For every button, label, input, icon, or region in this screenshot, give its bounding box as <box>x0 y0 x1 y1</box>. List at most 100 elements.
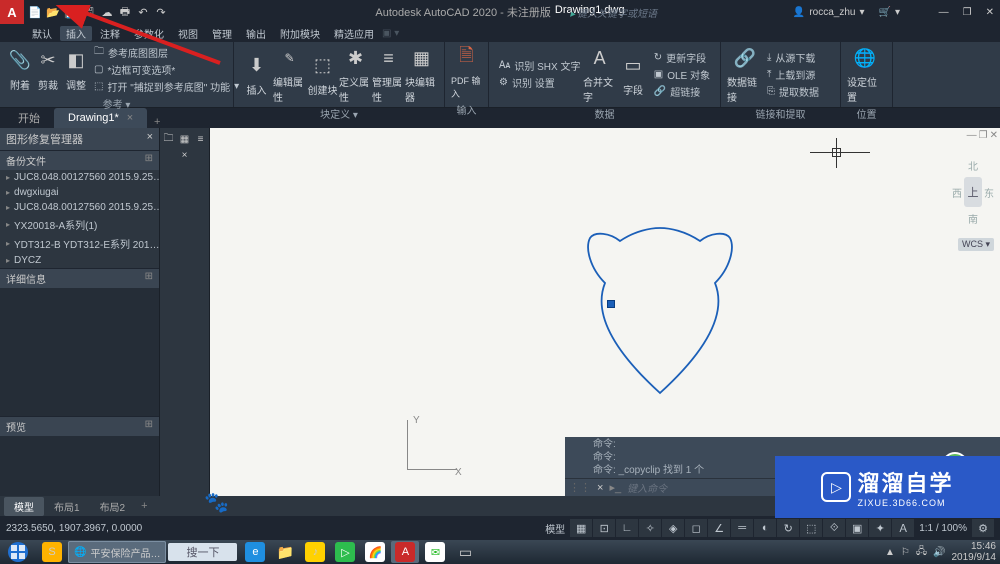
drag-handle-icon[interactable]: ⋮⋮ <box>569 481 591 494</box>
list-item[interactable]: JUC8.048.00127560 2015.9.25… <box>0 200 159 215</box>
list-item[interactable]: DYCZ <box>0 253 159 268</box>
insert-block-button[interactable]: ⬇插入 <box>240 52 273 97</box>
otrack-icon[interactable]: ∠ <box>708 519 730 537</box>
transparency-icon[interactable]: ◐ <box>754 519 776 537</box>
app-menu[interactable]: A <box>0 0 24 24</box>
tab-annotate[interactable]: 注释 <box>94 26 126 41</box>
merge-text-button[interactable]: A合并文字 <box>583 44 616 104</box>
edit-attrib-button[interactable]: ✎编辑属性 <box>273 44 306 104</box>
strip-icon[interactable]: ▦ <box>178 132 192 146</box>
qat-saveas-icon[interactable]: 🖫 <box>80 3 98 21</box>
tab-insert[interactable]: 插入 <box>60 26 92 41</box>
recognize-settings[interactable]: ⚙ 识别 设置 <box>499 75 579 91</box>
dynucs-icon[interactable]: ⟐ <box>823 519 845 537</box>
close-icon[interactable]: × <box>597 482 603 494</box>
task-music-icon[interactable]: ♪ <box>301 541 329 563</box>
underlay-layers[interactable]: 🗀 参考底图图层 <box>94 44 239 60</box>
block-editor-button[interactable]: ▦块编辑器 <box>405 44 438 104</box>
drawing-canvas[interactable]: — ❐ ✕ 北 西 上 东 南 WCS ▾ YX 命令:命令:命令: _ <box>210 128 1000 496</box>
tab-layout2[interactable]: 布局2 <box>90 497 136 516</box>
polar-icon[interactable]: ✧ <box>639 519 661 537</box>
list-item[interactable]: JUC8.048.00127560 2015.9.25… <box>0 170 159 185</box>
manage-attrib-button[interactable]: ≡管理属性 <box>372 44 405 104</box>
annotation-icon[interactable]: Ａ <box>892 519 914 537</box>
viewcube[interactable]: 北 西 上 东 南 <box>952 158 994 226</box>
list-item[interactable]: dwgxiugai <box>0 185 159 200</box>
minimize-button[interactable]: — <box>935 7 953 18</box>
upload-source[interactable]: ⤒ 上载到源 <box>767 66 819 82</box>
maximize-button[interactable]: ❐ <box>959 7 976 18</box>
datalink-button[interactable]: 🔗数据链接 <box>727 44 763 104</box>
tab-addins[interactable]: 附加模块 <box>274 26 326 41</box>
strip-icon[interactable]: 🗀 <box>162 132 176 146</box>
tab-parametric[interactable]: 参数化 <box>128 26 170 41</box>
strip-close-icon[interactable]: × <box>178 148 192 162</box>
backup-header[interactable]: 备份文件 <box>0 150 159 170</box>
scale-display[interactable]: 1:1 / 100% <box>915 523 971 534</box>
doc-max-icon[interactable]: ❐ <box>979 130 988 141</box>
tab-featured[interactable]: 精选应用 <box>328 26 380 41</box>
close-icon[interactable]: × <box>147 131 153 147</box>
task-insurance[interactable]: 🌐 平安保险产品… <box>68 541 166 563</box>
adjust-button[interactable]: ◧调整 <box>62 47 90 92</box>
model-button[interactable]: 模型 <box>541 521 569 536</box>
wcs-indicator[interactable]: WCS ▾ <box>958 238 994 251</box>
tab-model[interactable]: 模型 <box>4 497 44 516</box>
tray-vol-icon[interactable]: 🔊 <box>933 547 945 558</box>
task-autocad-icon[interactable]: A <box>391 541 419 563</box>
ole-object[interactable]: ▣ OLE 对象 <box>654 66 710 82</box>
create-block-button[interactable]: ⬚创建块 <box>306 52 339 97</box>
tray-flag-icon[interactable]: ⚐ <box>901 547 910 558</box>
task-search[interactable]: 搜一下 <box>168 543 237 561</box>
tab-output[interactable]: 输出 <box>240 26 272 41</box>
qat-new-icon[interactable]: 📄 <box>26 3 44 21</box>
tab-default[interactable]: 默认 <box>26 26 58 41</box>
close-icon[interactable]: × <box>127 112 133 124</box>
task-browser2-icon[interactable]: 🌈 <box>361 541 389 563</box>
download-source[interactable]: ⤓ 从源下载 <box>767 49 819 65</box>
tab-manage[interactable]: 管理 <box>206 26 238 41</box>
attach-button[interactable]: 📎附着 <box>6 47 34 92</box>
define-attrib-button[interactable]: ✱定义属性 <box>339 44 372 104</box>
task-explorer-icon[interactable]: 📁 <box>271 541 299 563</box>
add-layout-button[interactable]: + <box>135 500 153 512</box>
gear-icon[interactable]: ⚙ <box>972 519 994 537</box>
drawing-object[interactable] <box>585 223 735 398</box>
task-app-icon[interactable]: ▭ <box>451 541 479 563</box>
qat-redo-icon[interactable]: ↷ <box>152 3 170 21</box>
task-ie-icon[interactable]: e <box>241 541 269 563</box>
pdf-import-button[interactable]: 🗎PDF 输入 <box>451 44 482 100</box>
tab-view[interactable]: 视图 <box>172 26 204 41</box>
osnap-icon[interactable]: ◻ <box>685 519 707 537</box>
new-tab-button[interactable]: + <box>147 116 167 128</box>
ortho-icon[interactable]: ∟ <box>616 519 638 537</box>
qat-undo-icon[interactable]: ↶ <box>134 3 152 21</box>
task-video-icon[interactable]: ▷ <box>331 541 359 563</box>
extract-data[interactable]: ⎘ 提取数据 <box>767 83 819 99</box>
help-search[interactable]: 键入关键字或短语 <box>570 5 657 20</box>
iso-icon[interactable]: ◈ <box>662 519 684 537</box>
tray-up-icon[interactable]: ▲ <box>885 547 895 558</box>
recognize-shx[interactable]: 🗛 识别 SHX 文字 <box>499 58 579 74</box>
details-header[interactable]: 详细信息 <box>0 268 159 288</box>
gizmo-icon[interactable]: ✦ <box>869 519 891 537</box>
doc-close-icon[interactable]: ✕ <box>990 130 998 141</box>
field-button[interactable]: ▭字段 <box>616 52 649 97</box>
strip-icon[interactable]: ≡ <box>194 132 208 146</box>
start-button[interactable] <box>0 540 36 564</box>
snap-underlay[interactable]: ⬚ 打开 "捕捉到参考底图" 功能 ▾ <box>94 78 239 94</box>
qat-cloud-icon[interactable]: ☁ <box>98 3 116 21</box>
list-item[interactable]: YDT312-B YDT312-E系列 201… <box>0 234 159 253</box>
task-browser[interactable]: S <box>36 541 68 563</box>
snap-icon[interactable]: ⊡ <box>593 519 615 537</box>
selection-icon[interactable]: ▣ <box>846 519 868 537</box>
frame-options[interactable]: ▢ *边框可变选项* <box>94 61 239 77</box>
qat-save-icon[interactable]: 💾 <box>62 3 80 21</box>
lineweight-icon[interactable]: ═ <box>731 519 753 537</box>
update-fields[interactable]: ↻ 更新字段 <box>654 49 710 65</box>
selection-grip[interactable] <box>607 300 615 308</box>
3dosnap-icon[interactable]: ⬚ <box>800 519 822 537</box>
viewcube-top[interactable]: 上 <box>964 177 982 207</box>
tab-layout1[interactable]: 布局1 <box>44 497 90 516</box>
preview-header[interactable]: 预览 <box>0 416 159 436</box>
